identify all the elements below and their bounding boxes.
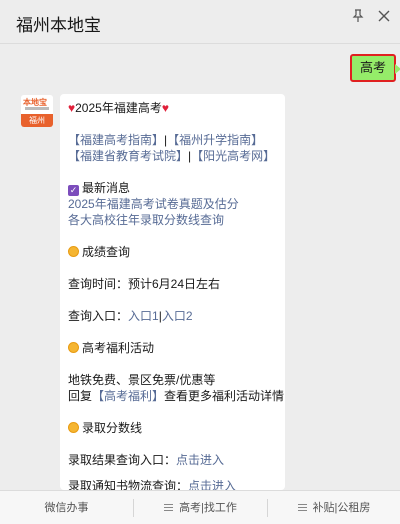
avatar-city: 福州	[21, 114, 53, 127]
link-fuzhou-admission-guide[interactable]: 【福州升学指南】	[167, 133, 263, 147]
welfare-reply-hint: 回复【高考福利】查看更多福利活动详情	[68, 388, 284, 404]
entry-prefix: 查询入口：	[68, 309, 129, 323]
reply-message-bubble: ♥2025年福建高考♥ 【福建高考指南】|【福州升学指南】 【福建省教育考试院】…	[60, 94, 285, 490]
avatar-logo: 本地宝	[21, 95, 53, 113]
menu-tab-label: 高考|找工作	[179, 502, 237, 514]
sent-message-bubble[interactable]: 高考	[350, 54, 400, 82]
score-query-time: 查询时间：预计6月24日左右	[68, 277, 221, 291]
bottom-menu-bar: 微信办事 高考|找工作 补贴|公租房	[0, 490, 400, 524]
menu-icon	[297, 504, 307, 511]
admission-notice-prefix: 录取通知书物流查询：	[68, 479, 189, 490]
admission-query: 录取结果查询入口：点击进入	[68, 452, 224, 468]
latest-label-text: 最新消息	[82, 181, 131, 195]
latest-item-exam-papers[interactable]: 2025年福建高考试卷真题及估分	[68, 196, 239, 212]
welfare-label: 高考福利活动	[68, 340, 154, 356]
heart-icon: ♥	[161, 101, 169, 115]
welfare-desc: 地铁免费、景区免票/优惠等	[68, 373, 216, 387]
sun-icon	[68, 422, 79, 433]
welfare-label-text: 高考福利活动	[82, 341, 155, 355]
admission-query-prefix: 录取结果查询入口：	[68, 453, 177, 467]
score-query-label: 成绩查询	[68, 244, 130, 260]
latest-item-score-lines[interactable]: 各大高校往年录取分数线查询	[68, 212, 224, 228]
admission-query-link[interactable]: 点击进入	[176, 453, 224, 467]
welfare-reply-suffix: 查看更多福利活动详情	[164, 389, 285, 403]
account-avatar[interactable]: 本地宝 福州	[21, 95, 53, 127]
menu-tab-gaokao-jobs[interactable]: 高考|找工作	[134, 491, 267, 524]
admission-label: 录取分数线	[68, 420, 142, 436]
checkbox-icon: ✓	[68, 185, 79, 196]
chat-title: 福州本地宝	[16, 16, 101, 35]
menu-tab-wechat-services[interactable]: 微信办事	[0, 491, 133, 524]
admission-notice: 录取通知书物流查询：点击进入	[68, 478, 236, 490]
score-entry-2-link[interactable]: 入口2	[162, 309, 193, 323]
welfare-reply-prefix: 回复	[68, 389, 93, 403]
menu-tab-label: 补贴|公租房	[312, 502, 371, 514]
admission-notice-link[interactable]: 点击进入	[188, 479, 236, 490]
sun-icon	[68, 342, 79, 353]
score-query-entries: 查询入口：入口1|入口2	[68, 308, 193, 324]
welfare-keyword-link[interactable]: 【高考福利】	[92, 389, 164, 403]
score-entry-1-link[interactable]: 入口1	[128, 309, 159, 323]
link-education-exam-institute[interactable]: 【福建省教育考试院】	[68, 149, 188, 163]
close-icon[interactable]	[376, 8, 392, 24]
pin-icon[interactable]	[350, 8, 366, 24]
menu-tab-subsidy-housing[interactable]: 补贴|公租房	[268, 491, 400, 524]
menu-tab-label: 微信办事	[44, 502, 89, 514]
menu-icon	[164, 504, 174, 511]
guide-links-row-1: 【福建高考指南】|【福州升学指南】	[68, 132, 263, 148]
admission-label-text: 录取分数线	[82, 421, 143, 435]
latest-news-label: ✓ 最新消息	[68, 180, 130, 196]
guide-links-row-2: 【福建省教育考试院】|【阳光高考网】	[68, 148, 275, 164]
link-sunshine-gaokao[interactable]: 【阳光高考网】	[191, 149, 275, 163]
score-label-text: 成绩查询	[82, 245, 131, 259]
reply-heading: 2025年福建高考	[75, 101, 162, 115]
chat-header: 福州本地宝	[0, 0, 400, 44]
link-fujian-gaokao-guide[interactable]: 【福建高考指南】	[68, 133, 164, 147]
sun-icon	[68, 246, 79, 257]
reply-heading-line: ♥2025年福建高考♥	[68, 100, 169, 116]
